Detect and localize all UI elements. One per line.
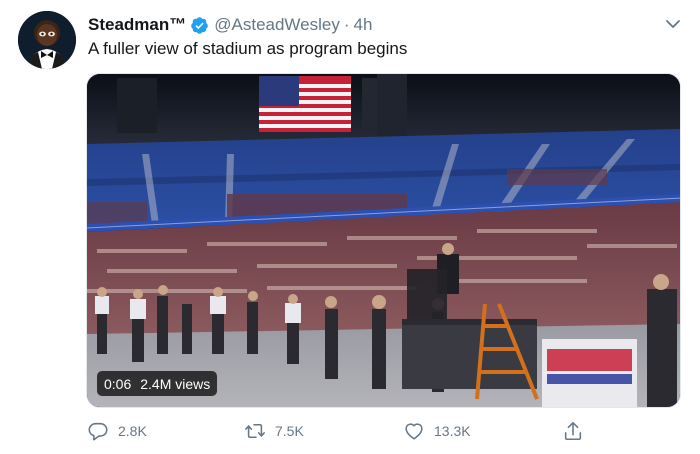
heart-icon [405,423,423,440]
like-count: 13.3K [434,423,471,439]
display-name[interactable]: Steadman™ [88,15,186,35]
user-handle[interactable]: @AsteadWesley [214,15,340,35]
tweet: Steadman™ @AsteadWesley · 4h A fuller vi… [0,0,700,454]
avatar-image [18,11,76,69]
video-elapsed-time: 0:06 [104,375,132,392]
video-info-badge: 0:06 2.4M views [97,371,218,396]
video-player[interactable] [86,73,681,408]
avatar[interactable] [18,11,76,69]
more-options-caret-icon[interactable] [663,14,683,34]
share-icon [564,421,582,441]
retweet-icon [245,423,265,439]
flag-graphic [259,76,351,132]
verified-badge-icon [190,16,209,35]
tweet-timestamp[interactable]: 4h [354,15,373,35]
share-button[interactable] [562,420,584,442]
tweet-text: A fuller view of stadium as program begi… [88,39,408,58]
retweet-count: 7.5K [275,423,304,439]
separator-dot: · [343,15,350,34]
video-view-count: 2.4M views [140,375,211,392]
like-button[interactable]: 13.3K [403,420,471,442]
retweet-button[interactable]: 7.5K [244,420,304,442]
video-frame [87,74,680,407]
reply-count: 2.8K [118,423,147,439]
reply-icon [88,422,108,441]
reply-button[interactable]: 2.8K [87,420,147,442]
tweet-header: Steadman™ @AsteadWesley · 4h [88,14,372,36]
